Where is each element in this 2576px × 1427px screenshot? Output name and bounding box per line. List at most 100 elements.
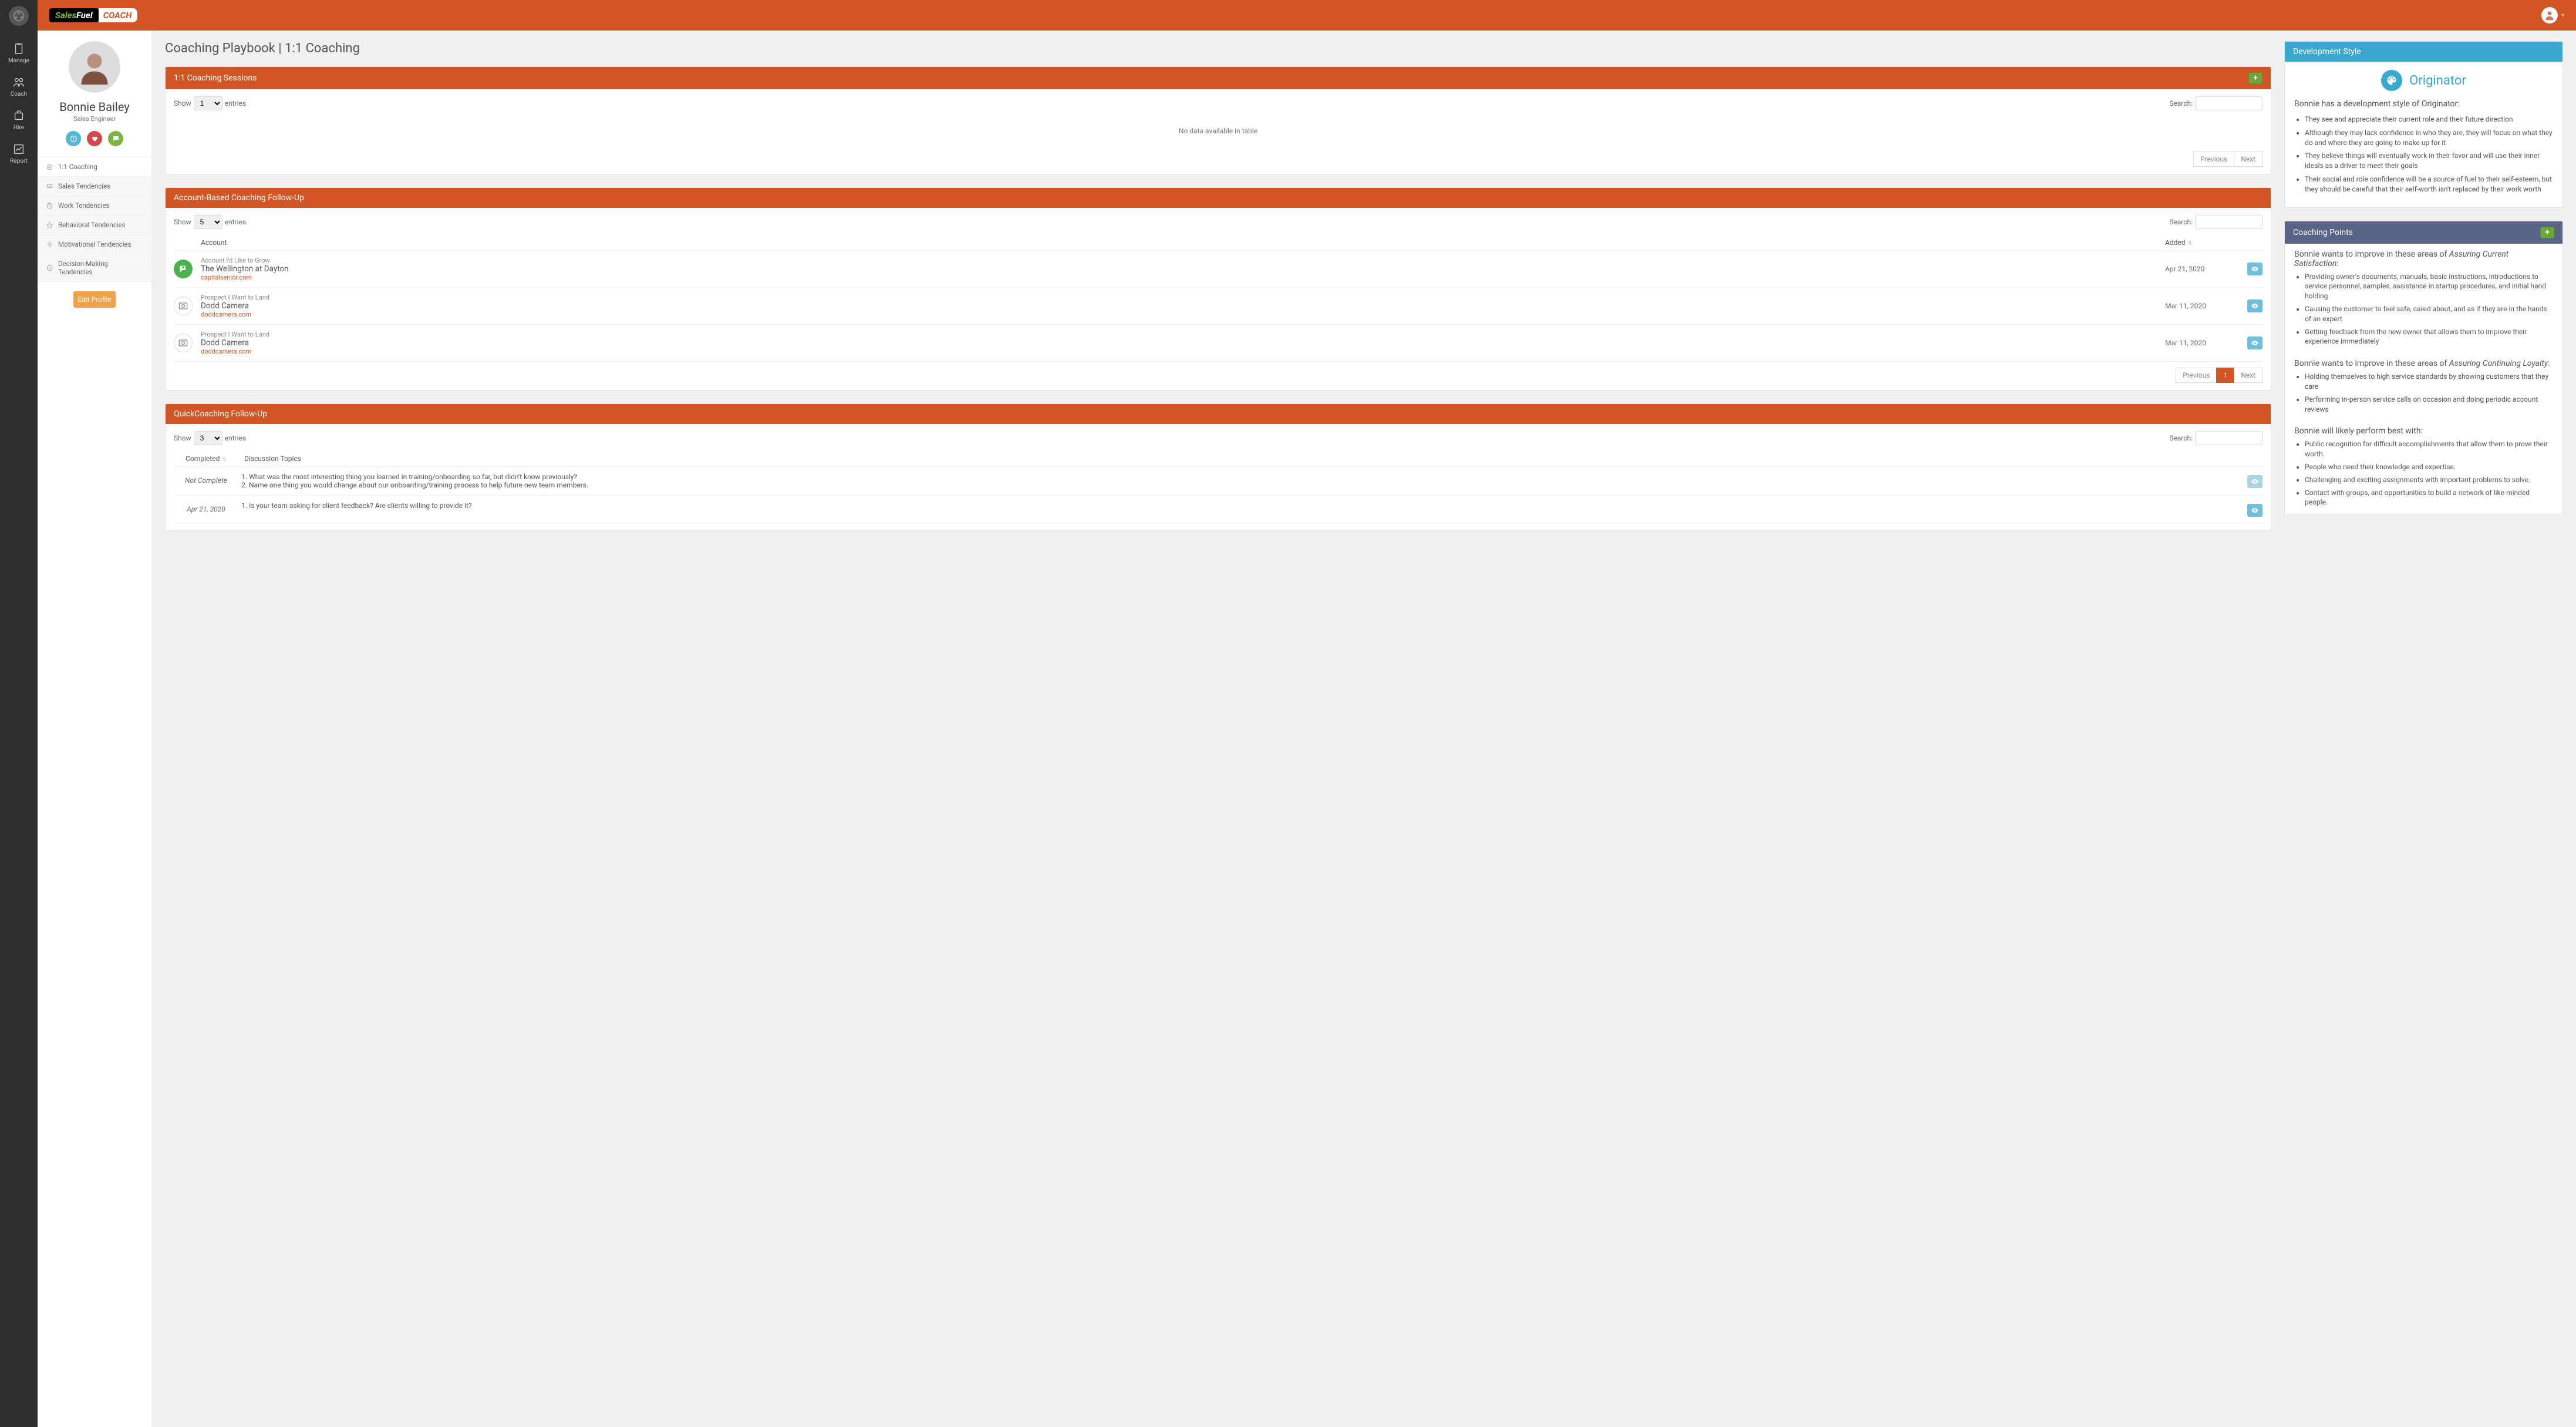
quick-row: Not CompleteWhat was the most interestin… (174, 467, 2263, 496)
accounts-show-select[interactable]: 5 (194, 215, 222, 229)
sessions-title: 1:1 Coaching Sessions (174, 73, 257, 83)
coachpoint-list: Holding themselves to high service stand… (2294, 372, 2553, 414)
quick-topics: What was the most interesting thing you … (238, 473, 2247, 489)
quick-completed: Not Complete (174, 473, 238, 484)
add-session-button[interactable]: + (2248, 72, 2263, 84)
view-button[interactable] (2247, 262, 2263, 275)
account-link[interactable]: doddcamera.com (201, 311, 2165, 318)
top-bar: SalesFuel COACH ▾ (38, 0, 2576, 31)
nav-hire[interactable]: Hire (0, 103, 38, 137)
sessions-empty: No data available in table (174, 116, 2263, 146)
coachpoint-lead: Bonnie wants to improve in these areas o… (2294, 359, 2553, 368)
grow-icon (174, 260, 193, 278)
coachpoint-list: Providing owner's documents, manuals, ba… (2294, 272, 2553, 347)
coachpoints-card: Coaching Points + Bonnie wants to improv… (2284, 221, 2563, 515)
coachpoints-title: Coaching Points (2293, 228, 2353, 237)
sessions-card: 1:1 Coaching Sessions + Show1entries Sea… (165, 66, 2271, 174)
sort-icon: ⇅ (2188, 241, 2193, 247)
accounts-search-input[interactable] (2195, 215, 2263, 229)
profile-action-chat[interactable] (108, 131, 123, 146)
accounts-prev[interactable]: Previous (2176, 368, 2217, 383)
tab-work-tendencies[interactable]: Work Tendencies (38, 196, 151, 216)
nav-report-label: Report (10, 158, 28, 164)
profile-photo (69, 41, 120, 93)
account-name: Dodd Camera (201, 301, 2165, 311)
quick-title: QuickCoaching Follow-Up (174, 409, 267, 419)
page-title: Coaching Playbook | 1:1 Coaching (165, 41, 2271, 56)
accounts-col-added[interactable]: Added (2165, 238, 2186, 247)
profile-role: Sales Engineer (73, 115, 116, 123)
account-row: Prospect I Want to LandDodd Cameradoddca… (174, 325, 2263, 362)
profile-name: Bonnie Bailey (59, 100, 129, 114)
sessions-next[interactable]: Next (2234, 152, 2263, 167)
coachpoint-section: Bonnie will likely perform best with: Pub… (2285, 420, 2562, 514)
quick-row: Apr 21, 2020Is your team asking for clie… (174, 496, 2263, 523)
nav-manage[interactable]: Manage (0, 36, 38, 70)
brand-coach: COACH (99, 8, 138, 22)
sessions-search-input[interactable] (2195, 96, 2263, 110)
sessions-prev[interactable]: Previous (2193, 152, 2234, 167)
quick-topics: Is your team asking for client feedback?… (238, 502, 2247, 510)
view-button[interactable] (2247, 504, 2263, 517)
accounts-col-account[interactable]: Account (174, 238, 2165, 247)
brand-sales: Sales (55, 10, 76, 21)
tab-1-1-coaching[interactable]: 1:1 Coaching (38, 157, 151, 177)
profile-action-info[interactable] (66, 131, 81, 146)
user-avatar (2541, 7, 2558, 23)
sort-icon: ⇅ (222, 457, 227, 463)
quick-col-completed[interactable]: Completed (186, 455, 220, 463)
coachpoint-section: Bonnie wants to improve in these areas o… (2285, 244, 2562, 354)
coachpoint-lead: Bonnie wants to improve in these areas o… (2294, 250, 2553, 268)
quick-show-select[interactable]: 3 (194, 431, 222, 445)
account-date: Apr 21, 2020 (2165, 265, 2247, 273)
view-button[interactable] (2247, 299, 2263, 312)
quick-completed: Apr 21, 2020 (174, 502, 238, 513)
coachpoint-list: Public recognition for difficult accompl… (2294, 439, 2553, 507)
account-label: Prospect I Want to Land (201, 331, 2165, 338)
nav-hire-label: Hire (14, 124, 24, 131)
user-menu[interactable]: ▾ (2541, 7, 2564, 23)
accounts-card: Account-Based Coaching Follow-Up Show5en… (165, 187, 2271, 391)
account-name: The Wellington at Dayton (201, 264, 2165, 274)
brand-fuel: Fuel (76, 10, 93, 21)
accounts-page-1[interactable]: 1 (2216, 368, 2234, 383)
edit-profile-button[interactable]: Edit Profile (73, 291, 116, 308)
tab-decision-tendencies[interactable]: Decision-Making Tendencies (38, 254, 151, 282)
profile-action-favorite[interactable] (87, 131, 102, 146)
account-link[interactable]: doddcamera.com (201, 348, 2165, 355)
company-logo-icon (174, 334, 193, 352)
nav-coach[interactable]: Coach (0, 70, 38, 103)
tab-motivational-tendencies[interactable]: Motivational Tendencies (38, 235, 151, 254)
account-date: Mar 11, 2020 (2165, 339, 2247, 347)
devstyle-intro: Bonnie has a development style of Origin… (2285, 97, 2562, 115)
nav-coach-label: Coach (11, 91, 27, 97)
nav-report[interactable]: Report (0, 137, 38, 170)
palette-icon (2381, 70, 2402, 91)
coachpoint-lead: Bonnie will likely perform best with: (2294, 426, 2553, 436)
chevron-down-icon: ▾ (2561, 12, 2564, 19)
brand: SalesFuel COACH (49, 8, 137, 22)
tab-behavioral-tendencies[interactable]: Behavioral Tendencies (38, 216, 151, 235)
sessions-show-select[interactable]: 1 (194, 96, 222, 110)
view-button[interactable] (2247, 336, 2263, 349)
devstyle-list: They see and appreciate their current ro… (2285, 115, 2562, 207)
add-coachpoint-button[interactable]: + (2540, 227, 2554, 238)
tab-sales-tendencies[interactable]: Sales Tendencies (38, 177, 151, 196)
profile-tabs: 1:1 Coaching Sales Tendencies Work Tende… (38, 157, 151, 282)
view-button[interactable] (2247, 475, 2263, 488)
account-date: Mar 11, 2020 (2165, 302, 2247, 310)
account-label: Prospect I Want to Land (201, 294, 2165, 301)
quick-search-input[interactable] (2195, 431, 2263, 445)
devstyle-card: Development Style Originator Bonnie has … (2284, 41, 2563, 208)
account-label: Account I'd Like to Grow (201, 257, 2165, 264)
account-link[interactable]: capitalsenior.com (201, 274, 2165, 281)
nav-rail: Manage Coach Hire Report (0, 0, 38, 1427)
quick-card: QuickCoaching Follow-Up Show3entries Sea… (165, 403, 2271, 531)
devstyle-title: Development Style (2293, 47, 2361, 56)
account-row: Account I'd Like to GrowThe Wellington a… (174, 251, 2263, 288)
quick-col-topics[interactable]: Discussion Topics (238, 455, 2263, 463)
accounts-next[interactable]: Next (2234, 368, 2263, 383)
company-logo-icon (174, 297, 193, 315)
account-name: Dodd Camera (201, 338, 2165, 348)
nav-manage-label: Manage (8, 58, 29, 64)
